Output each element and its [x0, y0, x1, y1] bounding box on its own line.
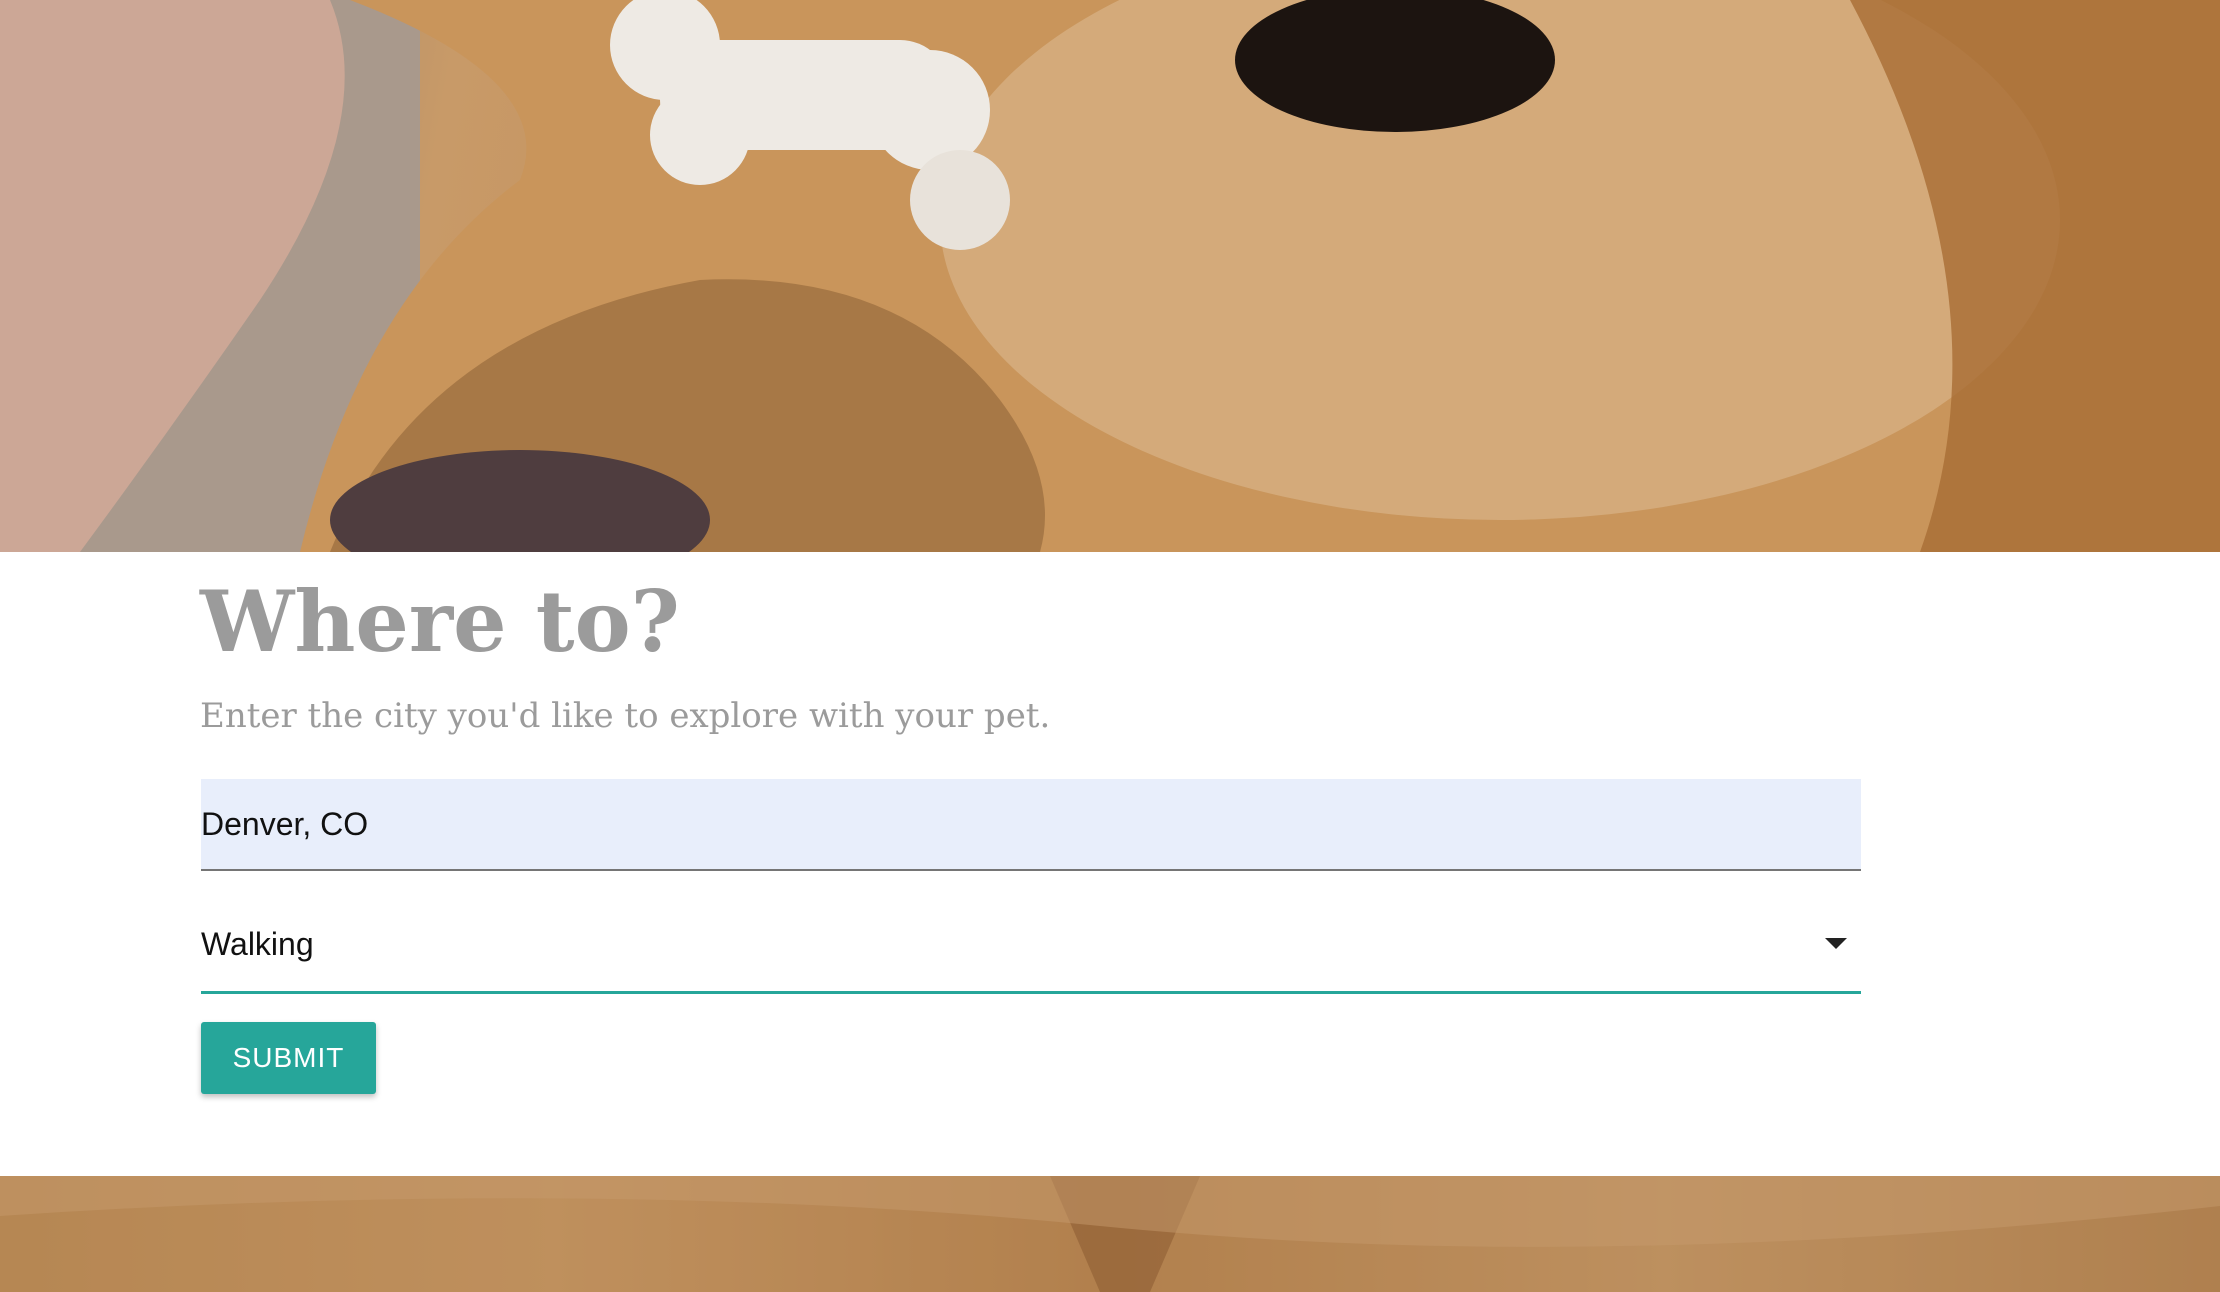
city-input[interactable]	[201, 779, 1861, 869]
submit-button[interactable]: SUBMIT	[201, 1022, 376, 1094]
city-field[interactable]	[201, 779, 1861, 871]
caret-down-icon[interactable]	[1825, 938, 1847, 949]
fur-illustration	[0, 1176, 2220, 1292]
dog-illustration	[0, 0, 2220, 552]
page-subtitle: Enter the city you'd like to explore wit…	[200, 696, 1051, 736]
hero-dog-photo	[0, 0, 2220, 552]
travel-mode-select[interactable]: Walking	[201, 900, 1861, 994]
footer-dog-fur-photo	[0, 1176, 2220, 1292]
search-form-section: Where to? Enter the city you'd like to e…	[0, 552, 2220, 1176]
travel-mode-selected-value: Walking	[201, 926, 314, 962]
page-title: Where to?	[200, 572, 680, 671]
